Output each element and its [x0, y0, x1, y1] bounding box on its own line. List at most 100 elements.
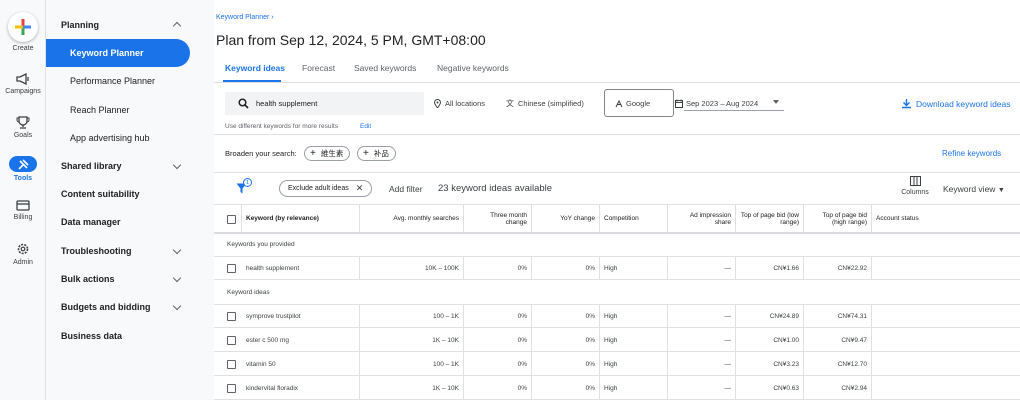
sidebar-item-keyword-planner[interactable]: Keyword Planner — [46, 39, 190, 67]
yoy-cell: 0% — [532, 328, 600, 352]
sidebar-group-bulk-actions[interactable]: Bulk actions — [46, 265, 214, 293]
table-row[interactable]: ester c 500 mg 1K – 10K 0% 0% High — CN¥1.00 CN… — [214, 328, 1020, 352]
status-cell — [872, 352, 1020, 376]
keyword-count: 23 keyword ideas available — [438, 183, 553, 194]
column-header-three-month[interactable]: Three month change — [464, 205, 532, 233]
columns-button[interactable]: Columns — [898, 176, 932, 196]
rail-goals[interactable]: Goals — [0, 116, 46, 139]
row-checkbox[interactable] — [227, 359, 236, 369]
chevron-up-icon — [172, 21, 182, 31]
divider — [214, 134, 1020, 135]
high-bid-cell: CN¥12.70 — [804, 352, 872, 376]
column-header-account-status[interactable]: Account status — [872, 205, 1020, 233]
high-bid-cell: CN¥74.31 — [804, 304, 872, 328]
broaden-chip[interactable]: + 維生素 — [304, 146, 351, 161]
sidebar-item-performance-planner[interactable]: Performance Planner — [46, 67, 214, 95]
sidebar-item-app-advertising-hub[interactable]: App advertising hub — [46, 124, 214, 152]
plus-icon — [15, 19, 31, 35]
close-icon[interactable]: ✕ — [356, 183, 364, 194]
rail-admin[interactable]: Admin — [0, 242, 46, 266]
competition-cell: High — [600, 256, 668, 280]
rail-admin-label: Admin — [13, 259, 33, 266]
network-label: Google — [626, 99, 651, 108]
status-cell — [872, 328, 1020, 352]
sidebar-item-reach-planner[interactable]: Reach Planner — [46, 96, 214, 124]
credit-card-icon — [16, 200, 30, 211]
status-cell — [872, 304, 1020, 328]
dropdown-arrow-icon: ▼ — [997, 187, 1005, 194]
chip-label: Exclude adult ideas — [288, 185, 349, 192]
row-select-cell — [214, 328, 242, 352]
select-all-checkbox[interactable] — [227, 214, 236, 224]
keyword-view-selector[interactable]: Keyword view ▼ — [943, 184, 1005, 194]
download-keyword-ideas-button[interactable]: Download keyword ideas — [901, 98, 1011, 109]
column-header-searches[interactable]: Avg. monthly searches — [360, 205, 464, 233]
search-input[interactable] — [225, 92, 424, 115]
divider — [214, 82, 1020, 83]
column-header-low-bid[interactable]: Top of page bid (low range) — [736, 205, 804, 233]
low-bid-cell: CN¥1.66 — [736, 256, 804, 280]
broaden-chip[interactable]: + 补品 — [357, 146, 396, 161]
sidebar-item-data-manager[interactable]: Data manager — [46, 208, 214, 236]
create-button[interactable] — [8, 12, 38, 42]
tab-forecast[interactable]: Forecast — [302, 63, 335, 73]
column-header-high-bid[interactable]: Top of page bid (high range) — [804, 205, 872, 233]
high-bid-cell: CN¥2.94 — [804, 376, 872, 400]
rail-goals-label: Goals — [13, 132, 33, 139]
row-checkbox[interactable] — [227, 335, 236, 345]
add-filter-button[interactable]: Add filter — [389, 184, 423, 194]
sidebar-item-content-suitability[interactable]: Content suitability — [46, 180, 214, 208]
rail-create[interactable]: Create — [0, 12, 46, 52]
refine-keywords-button[interactable]: Refine keywords — [942, 149, 1001, 158]
sidebar-group-budgets-bidding[interactable]: Budgets and bidding — [46, 293, 214, 321]
locations-filter[interactable]: All locations — [445, 99, 485, 108]
sidebar-group-troubleshooting[interactable]: Troubleshooting — [46, 237, 214, 265]
breadcrumb[interactable]: Keyword Planner › — [216, 14, 274, 21]
date-range[interactable]: Sep 2023 – Aug 2024 — [686, 99, 758, 108]
gear-icon — [17, 243, 29, 255]
impression-cell: — — [668, 328, 736, 352]
rail-tools[interactable]: Tools — [0, 156, 46, 182]
row-checkbox[interactable] — [227, 263, 236, 273]
chip-label: 維生素 — [320, 149, 344, 158]
table-row[interactable]: vitamin 50 100 – 1K 0% 0% High — CN¥3.23 CN¥12.… — [214, 352, 1020, 376]
keyword-cell: vitamin 50 — [242, 352, 360, 376]
hint-text: Use different keywords for more results — [225, 123, 338, 130]
impression-cell: — — [668, 304, 736, 328]
download-icon — [902, 99, 911, 109]
table-row[interactable]: health supplement 10K – 100K 0% 0% High … — [214, 256, 1020, 280]
table-row[interactable]: kindervital floradix 1K – 10K 0% 0% High — CN¥… — [214, 376, 1020, 400]
translate-icon: 文 — [506, 99, 514, 108]
tab-keyword-ideas[interactable]: Keyword ideas — [225, 63, 285, 73]
tools-icon — [17, 158, 29, 170]
megaphone-icon — [16, 73, 29, 85]
row-checkbox[interactable] — [227, 311, 236, 321]
competition-cell: High — [600, 328, 668, 352]
table-row[interactable]: symprove trustpilot 100 – 1K 0% 0% High — CN¥2… — [214, 304, 1020, 328]
date-underline — [684, 110, 784, 111]
tab-negative-keywords[interactable]: Negative keywords — [437, 63, 509, 73]
column-header-keyword[interactable]: Keyword (by relevance) — [242, 205, 360, 233]
language-filter[interactable]: Chinese (simplified) — [518, 99, 584, 108]
edit-link[interactable]: Edit — [360, 123, 371, 130]
exclude-adult-chip[interactable]: Exclude adult ideas ✕ — [279, 180, 372, 197]
column-header-yoy[interactable]: YoY change — [532, 205, 600, 233]
competition-cell: High — [600, 304, 668, 328]
impression-cell: — — [668, 352, 736, 376]
three-month-cell: 0% — [464, 376, 532, 400]
row-checkbox[interactable] — [227, 383, 236, 393]
tab-saved-keywords[interactable]: Saved keywords — [354, 63, 416, 73]
sidebar-group-shared-library[interactable]: Shared library — [46, 152, 214, 180]
searches-cell: 1K – 10K — [360, 328, 464, 352]
rail-billing-label: Billing — [13, 214, 33, 221]
dropdown-arrow-icon — [773, 100, 779, 104]
download-label: Download keyword ideas — [916, 98, 1011, 109]
rail-billing[interactable]: Billing — [0, 200, 46, 221]
impression-cell: — — [668, 256, 736, 280]
rail-campaigns[interactable]: Campaigns — [0, 73, 46, 95]
trophy-icon — [16, 116, 30, 129]
column-header-competition[interactable]: Competition — [600, 205, 668, 233]
sidebar-group-planning[interactable]: Planning — [46, 11, 214, 39]
sidebar-item-business-data[interactable]: Business data — [46, 322, 214, 350]
column-header-impression-share[interactable]: Ad impression share — [668, 205, 736, 233]
